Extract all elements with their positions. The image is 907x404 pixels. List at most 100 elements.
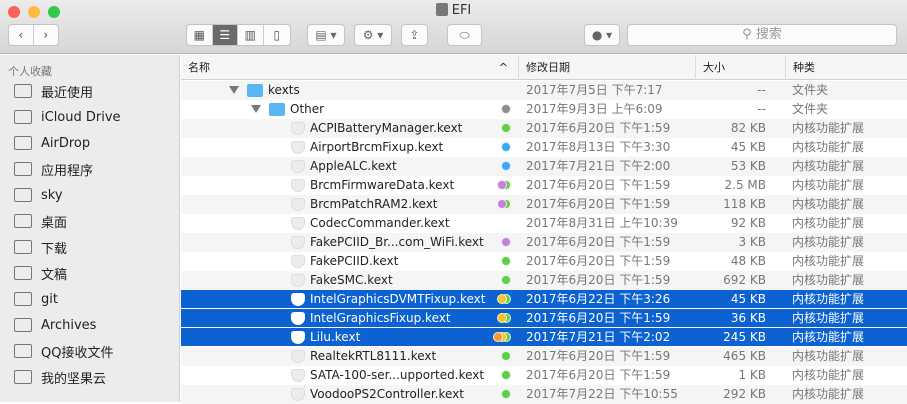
file-row[interactable]: FakePCIID_Br...com_WiFi.kext 2017年6月20日 下… <box>181 233 907 252</box>
disclosure-triangle-icon[interactable] <box>251 105 261 113</box>
file-size: 292 KB <box>723 387 766 401</box>
folder-icon <box>14 240 32 254</box>
file-kind: 内核功能扩展 <box>792 311 865 325</box>
sidebar-item[interactable]: 应用程序 <box>14 158 93 180</box>
sidebar-item[interactable]: iCloud Drive <box>14 106 121 128</box>
tags <box>481 104 511 115</box>
file-row[interactable]: FakePCIID.kext 2017年6月20日 下午1:59 48 KB 内核功能… <box>181 252 907 271</box>
file-size: 92 KB <box>730 216 766 230</box>
file-row[interactable]: CodecCommander.kext 2017年8月31日 上午10:39 92 … <box>181 214 907 233</box>
tag-green-icon <box>501 123 511 133</box>
sidebar-item[interactable]: sky <box>14 184 63 206</box>
date-modified: 2017年6月20日 下午1:59 <box>526 311 671 325</box>
sidebar-item[interactable]: AirDrop <box>14 132 90 154</box>
file-name: ACPIBatteryManager.kext <box>310 121 463 135</box>
back-button[interactable]: ‹ <box>9 25 34 45</box>
kext-icon <box>291 236 305 249</box>
tags <box>481 389 511 400</box>
file-row[interactable]: AirportBrcmFixup.kext 2017年8月13日 下午3:30 45… <box>181 138 907 157</box>
file-size: 3 KB <box>738 235 766 249</box>
list-view-icon[interactable]: ☰ <box>212 25 239 45</box>
file-row[interactable]: kexts 2017年7月5日 下午7:17 -- 文件夹 <box>181 81 907 100</box>
date-modified: 2017年6月20日 下午1:59 <box>526 273 671 287</box>
file-kind: 内核功能扩展 <box>792 330 865 344</box>
column-name[interactable]: 名称 ^ <box>181 55 518 80</box>
file-row[interactable]: SATA-100-ser...upported.kext 2017年6月20日 下… <box>181 366 907 385</box>
search-field[interactable]: ⚲ 搜索 <box>627 24 897 46</box>
tag-yellow-icon <box>497 294 507 304</box>
file-row[interactable]: IntelGraphicsDVMTFixup.kext 2017年6月22日 下午… <box>181 290 907 309</box>
file-name: RealtekRTL8111.kext <box>310 349 437 363</box>
sidebar-item[interactable]: 文稿 <box>14 262 67 284</box>
date-modified: 2017年6月20日 下午1:59 <box>526 349 671 363</box>
file-name: AirportBrcmFixup.kext <box>310 140 444 154</box>
sort-ascending-icon: ^ <box>498 61 508 74</box>
file-row[interactable]: BrcmPatchRAM2.kext 2017年6月20日 下午1:59 118 K… <box>181 195 907 214</box>
column-size[interactable]: 大小 <box>695 55 785 80</box>
sidebar-item-label: 下载 <box>41 241 68 257</box>
tag-purple-icon <box>501 237 511 247</box>
sidebar-item[interactable]: QQ接收文件 <box>14 340 113 362</box>
tag-blue-icon <box>501 161 511 171</box>
file-row[interactable]: VoodooPS2Controller.kext 2017年7月22日 下午10:… <box>181 385 907 404</box>
date-modified: 2017年6月20日 下午1:59 <box>526 121 671 135</box>
file-row[interactable]: AppleALC.kext 2017年7月21日 下午2:00 53 KB 内核功能扩… <box>181 157 907 176</box>
gear-icon: ⚙ ▾ <box>362 28 384 42</box>
sidebar-item-label: QQ接收文件 <box>41 345 114 361</box>
sidebar-item[interactable]: 桌面 <box>14 210 67 232</box>
arrange-button[interactable]: ▤ ▾ <box>307 24 345 46</box>
sidebar-item[interactable]: Archives <box>14 314 96 336</box>
file-kind: 内核功能扩展 <box>792 140 865 154</box>
icon-view-icon[interactable]: ▦ <box>187 25 213 45</box>
column-date[interactable]: 修改日期 <box>518 55 695 80</box>
tags <box>481 256 511 267</box>
tag-icon: ⬭ <box>459 27 470 42</box>
file-row[interactable]: Other 2017年9月3日 上午6:09 -- 文件夹 <box>181 100 907 119</box>
disclosure-triangle-icon[interactable] <box>229 86 239 94</box>
date-modified: 2017年6月20日 下午1:59 <box>526 197 671 211</box>
coverflow-view-icon[interactable]: ▯ <box>264 25 290 45</box>
file-row[interactable]: IntelGraphicsFixup.kext 2017年6月20日 下午1:59… <box>181 309 907 328</box>
file-name: IntelGraphicsFixup.kext <box>310 311 451 325</box>
cloud-icon <box>14 110 32 124</box>
sidebar-item[interactable]: 最近使用 <box>14 80 93 102</box>
tags <box>481 123 511 134</box>
sidebar-item[interactable]: 我的坚果云 <box>14 366 106 388</box>
file-kind: 内核功能扩展 <box>792 368 865 382</box>
file-name: BrcmFirmwareData.kext <box>310 178 455 192</box>
file-size: 118 KB <box>723 197 766 211</box>
file-size: 45 KB <box>730 292 766 306</box>
sidebar-item-label: 桌面 <box>41 215 68 231</box>
sidebar-item[interactable]: git <box>14 288 58 310</box>
file-row[interactable]: Lilu.kext 2017年7月21日 下午2:02 245 KB 内核功能扩展 <box>181 328 907 347</box>
date-modified: 2017年7月22日 下午10:55 <box>526 387 678 401</box>
file-row[interactable]: ACPIBatteryManager.kext 2017年6月20日 下午1:59… <box>181 119 907 138</box>
column-header: 名称 ^ 修改日期 大小 种类 <box>181 55 907 80</box>
file-name: FakeSMC.kext <box>310 273 393 287</box>
tags <box>481 237 511 248</box>
tag-orange-icon <box>493 332 503 342</box>
forward-button[interactable]: › <box>34 25 58 45</box>
file-row[interactable]: BrcmFirmwareData.kext 2017年6月20日 下午1:59 2.… <box>181 176 907 195</box>
file-list: kexts 2017年7月5日 下午7:17 -- 文件夹 Other 2017年9月3日… <box>181 81 907 404</box>
file-kind: 内核功能扩展 <box>792 254 865 268</box>
sidebar-item[interactable]: 下载 <box>14 236 67 258</box>
action-button[interactable]: ⚙ ▾ <box>354 24 392 46</box>
folder-icon <box>14 370 32 384</box>
tag-green-icon <box>501 275 511 285</box>
date-modified: 2017年8月31日 上午10:39 <box>526 216 678 230</box>
column-view-icon[interactable]: ▥ <box>238 25 264 45</box>
file-kind: 内核功能扩展 <box>792 292 865 306</box>
folder-icon <box>247 84 263 97</box>
tags-button[interactable]: ⬭ <box>447 24 482 46</box>
file-row[interactable]: RealtekRTL8111.kext 2017年6月20日 下午1:59 465 … <box>181 347 907 366</box>
nutstore-button[interactable]: ● ▾ <box>584 24 620 46</box>
file-row[interactable]: FakeSMC.kext 2017年6月20日 下午1:59 692 KB 内核功能扩… <box>181 271 907 290</box>
file-kind: 文件夹 <box>792 83 829 97</box>
file-size: 53 KB <box>730 159 766 173</box>
file-name: VoodooPS2Controller.kext <box>310 387 464 401</box>
column-kind[interactable]: 种类 <box>785 55 907 80</box>
share-button[interactable]: ⇪ <box>401 24 428 46</box>
tags <box>481 161 511 172</box>
file-kind: 文件夹 <box>792 102 829 116</box>
